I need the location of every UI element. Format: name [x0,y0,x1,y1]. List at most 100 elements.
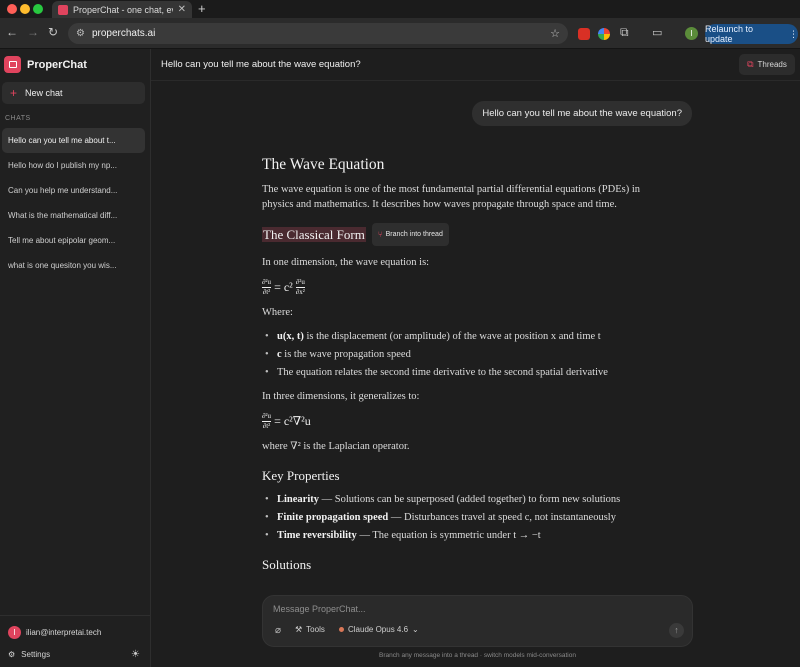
three-dimension-text: In three dimensions, it generalizes to: [262,391,420,402]
list-item: c is the wave propagation speed [262,347,662,362]
section-heading-classical-form[interactable]: The Classical Form [262,227,366,242]
bookmark-star-icon[interactable]: ☆ [550,27,560,40]
definition-list: u(x, t) is the displacement (or amplitud… [262,329,662,380]
gear-icon: ⚙ [8,650,16,659]
conversation-header: Hello can you tell me about the wave equ… [151,49,800,81]
extension-red-icon[interactable] [578,28,590,40]
denominator: ∂t² [262,422,271,430]
threads-button[interactable]: ⧉ Threads [739,54,795,75]
denominator: ∂x² [295,288,305,296]
composer-hint: Branch any message into a thread · switc… [379,652,576,659]
list-item: Linearity — Solutions can be superposed … [262,492,662,507]
conversation-title: Hello can you tell me about the wave equ… [161,59,361,70]
tab-title: ProperChat - one chat, every [73,4,173,15]
extension-color-icon[interactable] [598,28,610,40]
tools-label: Tools [306,625,325,634]
zoom-window-button[interactable] [33,4,43,14]
brand-logo-icon [4,56,21,73]
denominator: ∂t² [262,288,271,296]
profile-avatar[interactable]: I [685,27,698,40]
properchat-favicon-icon [58,4,68,15]
sidebar-footer: I ilian@interpretai.tech ⚙ Settings ☀ [0,615,150,660]
site-settings-icon[interactable]: ⚙ [76,28,85,39]
answer-title: The Wave Equation [262,156,385,173]
close-window-button[interactable] [7,4,17,14]
model-selector[interactable]: Claude Opus 4.6 ⌄ [339,625,419,634]
chat-list: Hello can you tell me about t... Hello h… [2,128,145,278]
message-composer: ⌀ ⚒ Tools Claude Opus 4.6 ⌄ ↑ [262,595,693,647]
sun-icon[interactable]: ☀ [131,649,140,660]
chat-item[interactable]: Tell me about epipolar geom... [2,228,145,253]
browser-tab-strip: ProperChat - one chat, every ✕ + [0,0,800,18]
new-chat-button[interactable]: + New chat [2,82,145,104]
address-bar[interactable]: ⚙ properchats.ai ☆ [68,23,568,44]
properties-list: Linearity — Solutions can be superposed … [262,492,662,543]
fraction: ∂²u ∂x² [295,278,305,296]
branch-label: Branch into thread [385,231,443,238]
message-input[interactable] [273,604,673,614]
extensions-icon[interactable]: ⧉ [620,25,632,39]
section-heading-solutions: Solutions [262,557,312,572]
laplacian-text: where ∇² is the Laplacian operator. [262,441,410,452]
relaunch-label: Relaunch to update [705,24,754,44]
settings-button[interactable]: ⚙ Settings [8,650,50,659]
model-dot-icon [339,627,344,632]
kebab-menu-icon[interactable]: ⋮ [789,29,798,40]
tools-button[interactable]: ⚒ Tools [295,625,325,634]
list-item: Time reversibility — The equation is sym… [262,528,662,543]
where-text: Where: [262,307,293,318]
list-item: Finite propagation speed — Disturbances … [262,510,662,525]
relaunch-to-update-button[interactable]: Relaunch to update ⋮ [705,24,798,44]
chat-item[interactable]: Can you help me understand... [2,178,145,203]
numerator: ∂²u [295,278,305,286]
assistant-answer: The Wave Equation The wave equation is o… [262,157,662,581]
cast-icon[interactable]: ▭ [652,26,664,39]
chats-heading: CHATS [5,115,31,122]
attach-icon[interactable]: ⌀ [275,625,281,636]
chat-item[interactable]: What is the mathematical diff... [2,203,145,228]
browser-tab[interactable]: ProperChat - one chat, every ✕ [52,1,192,18]
model-label: Claude Opus 4.6 [348,625,409,634]
user-message-bubble[interactable]: Hello can you tell me about the wave equ… [472,101,692,126]
section-row: The Classical Form ⑂ Branch into thread [262,223,662,246]
rhs-laplacian: = c²∇²u [274,414,311,428]
section-heading-key-properties: Key Properties [262,468,340,483]
user-account[interactable]: I ilian@interpretai.tech [8,626,101,639]
minimize-window-button[interactable] [20,4,30,14]
one-dimension-text: In one dimension, the wave equation is: [262,257,430,268]
branch-into-thread-button[interactable]: ⑂ Branch into thread [371,223,449,246]
fraction: ∂²u ∂t² [262,278,272,296]
chat-item[interactable]: Hello how do I publish my np... [2,153,145,178]
list-item: The equation relates the second time der… [262,365,662,380]
numerator: ∂²u [262,278,272,286]
send-arrow-icon[interactable]: ↑ [669,623,684,638]
forward-icon[interactable]: → [27,25,39,39]
user-email: ilian@interpretai.tech [26,628,102,637]
brand[interactable]: ProperChat [4,56,87,73]
equals-c-squared: = c² [274,280,293,294]
browser-toolbar: ← → ↻ ⚙ properchats.ai ☆ ⧉ ▭ I Relaunch … [0,18,800,49]
tools-icon: ⚒ [295,625,303,634]
main-panel: Hello can you tell me about the wave equ… [151,49,800,667]
wave-equation-1d: ∂²u ∂t² = c² ∂²u ∂x² [262,279,662,296]
sidebar: ProperChat + New chat CHATS Hello can yo… [0,49,151,667]
tab-close-icon[interactable]: ✕ [178,4,186,15]
chevron-down-icon: ⌄ [412,625,419,634]
settings-label: Settings [21,650,51,659]
numerator: ∂²u [262,412,272,420]
fraction: ∂²u ∂t² [262,412,272,430]
list-item: u(x, t) is the displacement (or amplitud… [262,329,662,344]
back-icon[interactable]: ← [6,25,18,39]
threads-icon: ⧉ [747,59,754,69]
brand-name: ProperChat [27,58,87,71]
threads-label: Threads [757,60,787,69]
branch-icon: ⑂ [377,230,383,239]
reload-icon[interactable]: ↻ [48,25,58,39]
new-tab-button[interactable]: + [198,1,206,16]
chat-item[interactable]: what is one quesiton you wis... [2,253,145,278]
url-text[interactable]: properchats.ai [92,28,543,39]
answer-intro: The wave equation is one of the most fun… [262,184,640,210]
chat-item[interactable]: Hello can you tell me about t... [2,128,145,153]
plus-icon: + [10,86,18,100]
user-avatar: I [8,626,21,639]
